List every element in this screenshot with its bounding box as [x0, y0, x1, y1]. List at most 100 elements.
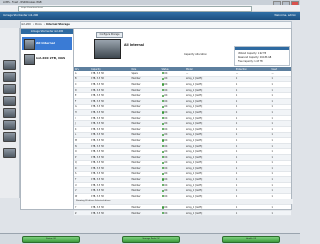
cell-text: L	[75, 133, 77, 137]
cell-text: —	[271, 71, 274, 75]
cell-text: 1	[235, 127, 238, 131]
drive-icon	[24, 54, 35, 65]
cell-text: array_1 [raid5]	[186, 88, 203, 92]
cell-text: array_1 [raid5]	[186, 116, 203, 120]
cell-text: Member	[131, 105, 141, 109]
cell-text: Member	[131, 77, 141, 81]
cell-text: T	[75, 178, 77, 182]
cell-text: Member	[131, 183, 141, 187]
breadcrumb-item[interactable]: Pools	[35, 23, 42, 26]
cell-text: 1	[271, 178, 273, 182]
cell-text: 1	[235, 82, 238, 86]
device-item-all-internal[interactable]: All Internal	[22, 37, 72, 50]
cell-text: 1TB, 3.5 Hd	[91, 155, 104, 159]
panel-title: Iomega StorCenter ix2-200	[21, 29, 73, 34]
cell-text: M	[75, 138, 77, 142]
health-status[interactable]: Health OK	[222, 236, 280, 243]
cell-text: array_1 [raid5]	[186, 206, 203, 210]
cell-text: OK	[164, 105, 168, 109]
cell-text: Y	[75, 206, 77, 210]
cell-text: OK	[164, 206, 168, 210]
cell-text: 1	[235, 161, 238, 165]
breadcrumb-item[interactable]: ix2-200	[21, 23, 31, 26]
cell-text: 1	[235, 211, 238, 215]
drive-table: Drv Capacity Role Status Model Protection Used…	[74, 67, 291, 217]
cell-text: 1	[271, 99, 273, 103]
cell-text: 1TB, 3.5 Hd	[91, 211, 104, 215]
cell-text: array_1 [raid5]	[186, 133, 203, 137]
cell-text: 1	[271, 133, 273, 137]
cell-text: 1TB, 3.5 Hd	[91, 82, 104, 86]
cell-text: 1	[235, 155, 238, 159]
cell-text: array_1 [raid5]	[186, 99, 203, 103]
cell-text: Member	[131, 94, 141, 98]
cell-text: 1TB, 3.5 Hd	[91, 138, 104, 142]
window-title: LCMS - Fosst - NS4Wireless ISSB	[3, 1, 42, 4]
cell-text: 1	[235, 116, 238, 120]
configure-storage-button[interactable]: Configure Storage	[96, 32, 123, 38]
server-icon[interactable]	[3, 72, 16, 82]
cell-text: 1	[271, 88, 273, 92]
status-ok-button[interactable]: Status OK	[22, 236, 80, 243]
drive-icon[interactable]	[3, 84, 16, 94]
cell-text: OK	[164, 178, 168, 182]
cell-text: Q	[75, 161, 77, 165]
cell-text: array_1 [raid5]	[186, 172, 203, 176]
cell-text: P	[75, 155, 77, 159]
cell-text: V	[75, 189, 77, 193]
storage-pools-status[interactable]: Storage Pools OK	[122, 236, 180, 243]
cell-text: array_1 [raid5]	[186, 178, 203, 182]
folder-icon[interactable]	[3, 96, 16, 106]
cell-text: Member	[131, 116, 141, 120]
cell-text: 1TB, 3.5 Hd	[91, 110, 104, 114]
cell-text: 1	[235, 138, 238, 142]
cell-text: 1	[235, 94, 238, 98]
device-list-panel: Iomega StorCenter ix2-200 All Internal i…	[20, 28, 74, 210]
cell-text: G	[75, 105, 77, 109]
network-icon[interactable]	[3, 108, 16, 118]
disk-icon[interactable]	[3, 132, 16, 142]
cell-text: 1	[271, 206, 273, 210]
cell-text: 1TB, 3.5 Hd	[91, 99, 104, 103]
cell-text: Member	[131, 88, 141, 92]
cell-text: array_1 [raid5]	[186, 110, 203, 114]
cell-text: 1TB, 3.5 Hd	[91, 127, 104, 131]
cell-text: 1	[271, 161, 273, 165]
nav-sidebar	[0, 28, 20, 198]
settings-icon[interactable]	[3, 148, 16, 158]
cell-text: W	[75, 194, 78, 198]
cell-text: 1	[271, 183, 273, 187]
cell-text: array_1 [raid5]	[186, 122, 203, 126]
cell-text: array_1 [raid5]	[186, 183, 203, 187]
cell-text: O	[75, 150, 77, 154]
cell-text: OK	[164, 77, 168, 81]
cell-text: Member	[131, 206, 141, 210]
cell-text: Member	[131, 133, 141, 137]
cell-text: 1	[271, 194, 273, 198]
cell-text: 1TB, 3.5 Hd	[91, 88, 104, 92]
cell-text: 1TB, 3.5 Hd	[91, 178, 104, 182]
cell-text: 1	[271, 211, 273, 215]
device-item-ix2-200[interactable]: ix2-200 2TB, NAS	[22, 52, 72, 65]
table-cell: 1TB, 3.5 Hd	[90, 210, 131, 217]
cell-text: OK	[164, 144, 168, 148]
cell-text: K	[75, 127, 77, 131]
users-icon[interactable]	[3, 120, 16, 130]
cell-text: 1	[235, 77, 238, 81]
cell-text: 1	[271, 155, 273, 159]
table-row[interactable]: Z 1TB, 3.5 Hd Member OK array_1 [raid5] 1 1	[74, 210, 291, 217]
breadcrumb-item[interactable]: Internal Storage	[46, 23, 70, 26]
cell-text: array_1 [raid5]	[186, 211, 203, 215]
cell-text: 1TB, 3.5 Hd	[91, 172, 104, 176]
cell-text: J	[75, 122, 76, 126]
cell-text: 1	[235, 122, 238, 126]
url-input[interactable]: https://localhost/lcms/	[18, 6, 252, 12]
storage-icon	[24, 39, 35, 50]
storage-icon[interactable]	[3, 60, 16, 70]
cell-text: OK	[164, 82, 168, 86]
cell-text: 1	[235, 206, 238, 210]
cell-text: 1TB, 3.5 Hd	[91, 166, 104, 170]
cell-text: OK	[164, 116, 168, 120]
cell-text: 1TB, 3.5 Hd	[91, 161, 104, 165]
cell-text: H	[75, 110, 77, 114]
